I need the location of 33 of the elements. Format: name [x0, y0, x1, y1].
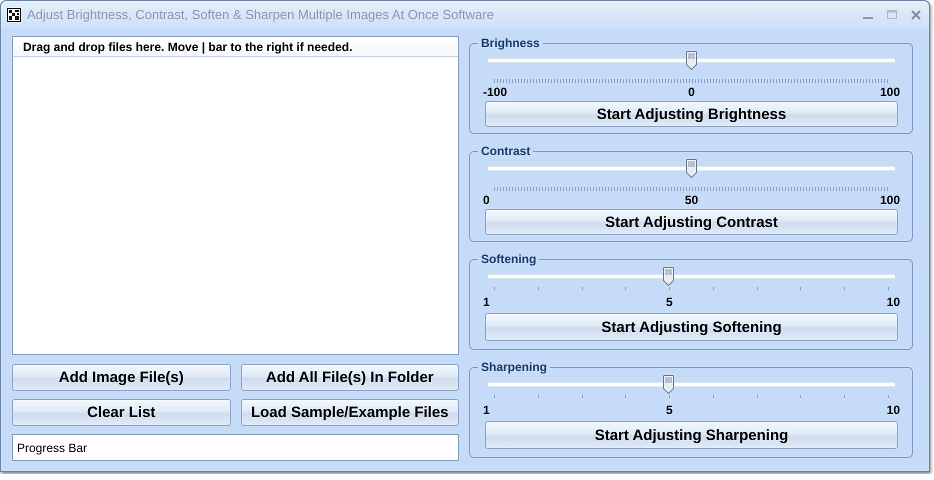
app-icon — [7, 8, 21, 22]
start-button[interactable]: Start Adjusting Brightness — [485, 101, 898, 128]
file-list[interactable]: Drag and drop files here. Move | bar to the right if needed. — [12, 36, 459, 355]
start-button[interactable]: Start Adjusting Sharpening — [485, 421, 898, 449]
action-button[interactable]: Add Image File(s) — [12, 364, 230, 391]
scale-label: 0 — [483, 192, 490, 207]
maximize-icon[interactable] — [887, 10, 897, 19]
scale-label: 10 — [886, 295, 900, 309]
group-title: Brighness — [480, 36, 541, 50]
start-button[interactable]: Start Adjusting Contrast — [485, 209, 898, 236]
start-button[interactable]: Start Adjusting Softening — [485, 313, 898, 341]
group-title: Contrast — [480, 144, 532, 158]
scale-label: 5 — [666, 403, 673, 417]
group-title: Sharpening — [480, 360, 548, 374]
close-icon[interactable] — [911, 10, 921, 20]
slider-thumb[interactable] — [663, 267, 674, 286]
scale-label: 100 — [880, 84, 900, 99]
slider-thumb[interactable] — [686, 159, 696, 178]
scale-label: 0 — [688, 84, 695, 99]
scale-label: 5 — [666, 295, 673, 309]
scale-label: 100 — [880, 192, 900, 207]
scale-label: 1 — [483, 403, 490, 417]
action-button[interactable]: Clear List — [12, 399, 230, 426]
window-title: Adjust Brightness, Contrast, Soften & Sharpen Multiple Images At Once Software — [27, 7, 495, 22]
scale-label: 50 — [684, 192, 698, 207]
scale-label: 10 — [886, 403, 900, 417]
scale-label: -100 — [483, 84, 508, 99]
scale-label: 1 — [483, 295, 490, 309]
action-button[interactable]: Load Sample/Example Files — [240, 399, 459, 426]
group-title: Softening — [480, 252, 538, 266]
action-button[interactable]: Add All File(s) In Folder — [240, 364, 459, 391]
slider-thumb[interactable] — [686, 51, 696, 70]
slider-thumb[interactable] — [663, 375, 674, 394]
